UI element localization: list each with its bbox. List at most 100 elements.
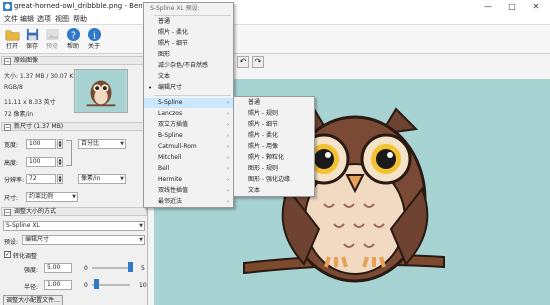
menu-bar: 文件 编辑 选项 视图 帮助 <box>0 14 550 25</box>
redo-icon[interactable]: ↷ <box>252 56 264 68</box>
width-input[interactable]: 100 <box>26 139 56 149</box>
strength-max: 5 <box>141 265 145 272</box>
collapse-icon[interactable]: − <box>4 124 11 131</box>
method-item[interactable]: Bell › <box>144 164 233 174</box>
preset-item[interactable]: 照片 - 柔化 <box>144 28 233 38</box>
dimensions-text: 11.11 x 8.33 英寸 <box>4 99 56 106</box>
file-size-text: 大小: 1.37 MB / 30.07 KB <box>4 73 78 80</box>
constraint-select[interactable]: 约束比例 ▼ <box>26 192 78 202</box>
preset-item[interactable]: 图形 <box>144 50 233 60</box>
info-icon: i <box>87 27 101 41</box>
fine-tune-label: 转化调整 <box>13 253 38 260</box>
menu-edit[interactable]: 编辑 <box>20 14 34 25</box>
chevron-down-icon: ▼ <box>72 194 76 200</box>
submenu-item[interactable]: 文本 <box>234 186 314 196</box>
resolution-stepper[interactable]: ▲ ▼ <box>57 174 63 184</box>
thumbnail <box>74 69 128 113</box>
folder-icon <box>5 30 19 41</box>
width-unit-select[interactable]: 百分比 ▼ <box>78 139 126 149</box>
preset-item[interactable]: 减少杂色/不自然感 <box>144 61 233 71</box>
submenu-item[interactable]: 图形 - 强化边缘 <box>234 175 314 185</box>
svg-text:?: ? <box>71 30 76 41</box>
chevron-down-icon: ▼ <box>139 237 143 243</box>
save-button[interactable]: 保存 <box>22 26 42 53</box>
submenu-item[interactable]: 照片 - 规则 <box>234 109 314 119</box>
height-label: 高度: <box>4 160 19 167</box>
preview-button[interactable]: 预览 <box>42 26 62 53</box>
original-image-section[interactable]: − 原始图像 <box>1 56 147 65</box>
menu-file[interactable]: 文件 <box>4 14 18 25</box>
chevron-right-icon: › <box>227 188 229 194</box>
app-icon <box>3 2 12 11</box>
submenu-item[interactable]: 普通 <box>234 98 314 108</box>
method-item[interactable]: Lanczos › <box>144 109 233 119</box>
resize-method-section[interactable]: − 调整大小的方式 <box>1 207 147 216</box>
radius-max: 10 <box>139 282 147 289</box>
strength-slider-track[interactable] <box>92 267 130 269</box>
chevron-right-icon: › <box>227 122 229 128</box>
method-item[interactable]: Catmull-Rom › <box>144 142 233 152</box>
method-item[interactable]: 最邻近法 › <box>144 197 233 207</box>
radio-dot-icon: • <box>148 84 153 92</box>
close-button[interactable]: ✕ <box>524 0 548 14</box>
width-stepper[interactable]: ▲ ▼ <box>57 139 63 149</box>
collapse-icon[interactable]: − <box>4 209 11 216</box>
strength-slider-thumb[interactable] <box>128 262 133 272</box>
settings-panel: − 原始图像 大小: 1.37 MB / 30.07 KB RGB/8 11.1… <box>0 54 148 305</box>
strength-label: 强度: <box>24 267 39 274</box>
radius-min: 0 <box>84 282 88 289</box>
radius-slider-thumb[interactable] <box>94 279 99 289</box>
preset-item[interactable]: 文本 <box>144 72 233 82</box>
preset-item-checked[interactable]: • 编辑尺寸 <box>144 83 233 93</box>
menu-view[interactable]: 视图 <box>55 14 69 25</box>
preset-item[interactable]: 照片 - 细节 <box>144 39 233 49</box>
resolution-label: 分辨率: <box>4 177 25 184</box>
chevron-right-icon: › <box>227 144 229 150</box>
minimize-button[interactable]: — <box>476 0 500 14</box>
width-label: 宽度: <box>4 142 19 149</box>
svg-text:i: i <box>93 30 96 41</box>
method-item[interactable]: B-Spline › <box>144 131 233 141</box>
resize-profile-button[interactable]: 调整大小配置文件... <box>3 295 63 305</box>
method-item-s-spline[interactable]: S-Spline › <box>144 98 233 108</box>
help-button[interactable]: ? 帮助 <box>63 26 83 53</box>
preset-item[interactable]: 普通 <box>144 17 233 27</box>
chevron-down-icon: ▼ <box>120 141 124 147</box>
method-select[interactable]: S-Spline XL ▼ <box>3 221 145 231</box>
about-button[interactable]: i 关于 <box>84 26 104 53</box>
radius-input[interactable]: 1.00 <box>44 280 72 290</box>
menu-divider <box>154 15 231 16</box>
preset-select[interactable]: 编辑尺寸 ▼ <box>22 235 145 245</box>
method-item[interactable]: 双线性插值 › <box>144 186 233 196</box>
resolution-input[interactable]: 72 <box>26 174 56 184</box>
fine-tune-checkbox[interactable]: ✓ <box>4 251 11 258</box>
strength-input[interactable]: 5.00 <box>44 263 72 273</box>
preset-menu: S-Spline XL 预设: 普通 照片 - 柔化 照片 - 细节 图形 减少… <box>143 2 234 208</box>
height-stepper[interactable]: ▲ ▼ <box>57 157 63 167</box>
chevron-down-icon: ▼ <box>120 176 124 182</box>
method-item[interactable]: Hermite › <box>144 175 233 185</box>
preview-icon <box>46 29 58 40</box>
submenu-item[interactable]: 照片 - 柔化 <box>234 131 314 141</box>
s-spline-submenu: 普通 照片 - 规则 照片 - 细节 照片 - 柔化 照片 - 用像 照片 - … <box>233 96 315 197</box>
color-mode-text: RGB/8 <box>4 84 23 91</box>
preset-menu-header: S-Spline XL 预设: <box>150 5 200 12</box>
resolution-unit-select[interactable]: 像素/in ▼ <box>78 174 126 184</box>
radius-label: 半径: <box>24 284 39 291</box>
new-size-section[interactable]: − 新尺寸 (1.37 MB) <box>1 122 147 131</box>
chevron-right-icon: › <box>227 155 229 161</box>
collapse-icon[interactable]: − <box>4 58 11 65</box>
undo-icon[interactable]: ↶ <box>237 56 249 68</box>
menu-options[interactable]: 选项 <box>37 14 51 25</box>
method-item[interactable]: Mitchell › <box>144 153 233 163</box>
menu-help[interactable]: 帮助 <box>73 14 87 25</box>
submenu-item[interactable]: 图形 - 规则 <box>234 164 314 174</box>
height-input[interactable]: 100 <box>26 157 56 167</box>
open-button[interactable]: 打开 <box>2 26 22 53</box>
submenu-item[interactable]: 照片 - 细节 <box>234 120 314 130</box>
method-item[interactable]: 双立方插值 › <box>144 120 233 130</box>
maximize-button[interactable]: □ <box>500 0 524 14</box>
submenu-item[interactable]: 照片 - 颗粒化 <box>234 153 314 163</box>
preset-label: 预设: <box>4 239 19 246</box>
submenu-item[interactable]: 照片 - 用像 <box>234 142 314 152</box>
